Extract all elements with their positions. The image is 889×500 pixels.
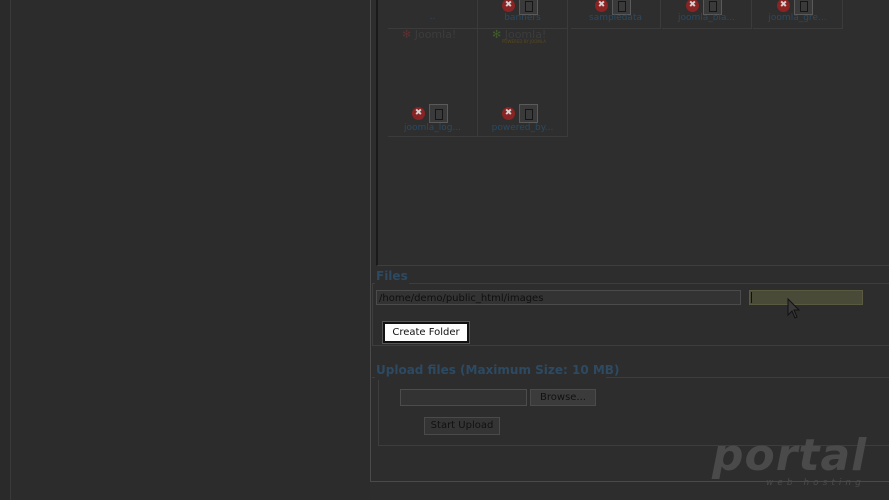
thumbnail-label[interactable]: joomla_gre... [753,13,842,23]
logo-subtitle: POWERED BY JOOMLA [502,39,546,44]
mouse-cursor-icon [787,298,801,319]
thumbnail-banners[interactable]: ✖ banners [478,0,568,29]
fieldset-border [372,283,373,345]
thumbnail-image[interactable]: ✻ Joomla! [402,28,456,41]
watermark-subtitle: web hosting [766,478,865,488]
start-upload-button[interactable]: Start Upload [424,417,500,435]
thumbnail-tools: ✖ [412,104,452,124]
create-folder-button[interactable]: Create Folder [383,322,469,343]
browse-button[interactable]: Browse... [530,389,596,406]
thumbnail-label[interactable]: joomla_bla... [662,13,751,23]
thumbnail-sampledata[interactable]: ✖ sampledata [571,0,661,29]
select-checkbox[interactable] [519,104,538,123]
delete-icon[interactable]: ✖ [686,0,699,12]
thumbnail-label[interactable]: sampledata [571,13,660,23]
delete-icon[interactable]: ✖ [595,0,608,12]
upload-legend: Upload files (Maximum Size: 10 MB) [376,363,620,377]
joomla-logo-icon: ✻ [492,28,502,41]
delete-icon[interactable]: ✖ [502,0,515,12]
thumbnail-powered-by[interactable]: ✻ Joomla! POWERED BY JOOMLA ✖ powered_by… [478,28,568,137]
select-checkbox[interactable] [429,104,448,123]
divider [370,0,371,482]
current-path-field[interactable]: /home/demo/public_html/images [376,290,741,305]
files-legend: Files [376,269,408,283]
watermark-logo: portal [712,430,868,481]
folder-name-input[interactable] [749,290,863,305]
thumbnail-label[interactable]: powered_by... [478,123,567,133]
thumbnail-joomla-green[interactable]: ✖ joomla_gre... [753,0,843,29]
fieldset-border [409,283,889,284]
delete-icon[interactable]: ✖ [412,107,425,120]
thumbnail-label[interactable]: joomla_log... [388,123,477,133]
thumbnail-joomla-black[interactable]: ✖ joomla_bla... [662,0,752,29]
thumbnail-joomla-logo[interactable]: ✻ Joomla! ✖ joomla_log... [388,28,478,137]
upload-file-input[interactable] [400,389,527,406]
fieldset-border [606,377,889,378]
text-caret [751,292,752,303]
fieldset-border [372,345,889,346]
delete-icon[interactable]: ✖ [502,107,515,120]
thumbnail-parent-folder[interactable]: .. [388,0,478,29]
left-gutter [0,0,10,500]
left-panel [11,0,370,500]
fieldset-border [378,380,379,446]
image-browser[interactable]: .. ✖ banners ✖ sampledata ✖ joomla_bla..… [376,0,889,266]
fieldset-border [372,377,375,378]
thumbnail-tools: ✖ [502,104,542,124]
thumbnail-label[interactable]: .. [388,12,477,22]
joomla-logo-icon: ✻ [402,28,412,41]
thumbnail-label[interactable]: banners [478,13,567,23]
logo-text: Joomla! [414,28,457,41]
delete-icon[interactable]: ✖ [777,0,790,12]
